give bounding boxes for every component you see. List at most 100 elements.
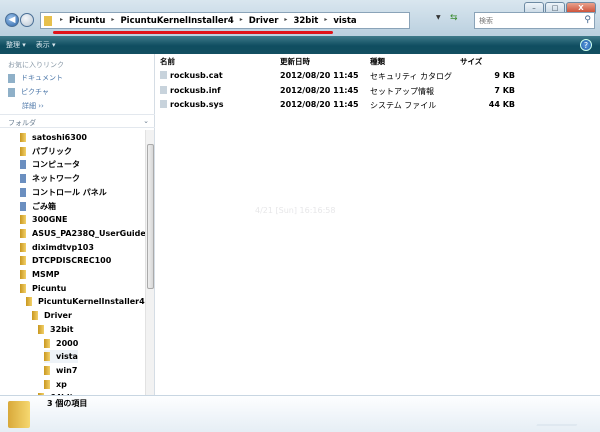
system-icon	[20, 160, 26, 170]
tree-item[interactable]: PicuntuKernelInstaller4	[26, 295, 145, 308]
file-row[interactable]: rockusb.cat 2012/08/20 11:45 セキュリティ カタログ 9 …	[155, 69, 525, 83]
file-icon	[160, 71, 167, 79]
system-icon	[20, 174, 26, 184]
folders-header[interactable]: フォルダ ⌄	[0, 114, 155, 128]
folder-icon	[20, 242, 26, 252]
folder-icon	[8, 401, 30, 428]
scrollbar-thumb[interactable]	[147, 144, 154, 289]
tree-item[interactable]: Picuntu	[20, 282, 66, 295]
column-size[interactable]: サイズ	[460, 56, 482, 67]
tree-scrollbar[interactable]	[145, 130, 154, 395]
address-bar[interactable]: ▸ Picuntu ▸ PicuntuKernelInstaller4 ▸ Driver ▸…	[40, 12, 410, 29]
folder-icon	[20, 228, 26, 238]
favorite-pictures[interactable]: ピクチャ	[8, 87, 49, 97]
chevron-down-icon: ⌄	[143, 117, 149, 125]
tree-item[interactable]: MSMP	[20, 268, 60, 281]
organize-button[interactable]: 整理 ▾	[6, 40, 26, 50]
tree-item[interactable]: パブリック	[20, 145, 72, 158]
breadcrumb-item[interactable]: Picuntu	[69, 16, 105, 26]
system-icon	[20, 201, 26, 211]
tree-item[interactable]: DTCPDISCREC100	[20, 254, 111, 267]
tree-item[interactable]: 32bit	[38, 323, 73, 336]
tree-item-label: Driver	[44, 311, 72, 321]
tree-item[interactable]: Driver	[32, 309, 72, 322]
favorite-documents[interactable]: ドキュメント	[8, 73, 63, 83]
tree-item[interactable]: 300GNE	[20, 213, 67, 226]
tree-item[interactable]: vista	[44, 350, 78, 364]
tree-item-label: 32bit	[50, 324, 74, 334]
tree-item-label: ネットワーク	[32, 174, 80, 184]
breadcrumb-separator[interactable]: ▸	[324, 16, 327, 26]
folder-icon	[44, 338, 50, 348]
details-pane: 3 個の項目	[0, 395, 600, 432]
breadcrumb-separator[interactable]: ▸	[60, 16, 63, 26]
tree-item-label: diximdtvp103	[32, 242, 94, 252]
breadcrumb-item[interactable]: 32bit	[293, 16, 318, 26]
system-icon	[20, 187, 26, 197]
breadcrumb-item[interactable]: PicuntuKernelInstaller4	[120, 16, 233, 26]
refresh-button[interactable]: ⇆	[450, 13, 458, 23]
file-date: 2012/08/20 11:45	[280, 71, 359, 80]
address-dropdown-button[interactable]: ▼	[436, 14, 441, 21]
tree-item-label: vista	[56, 352, 78, 362]
back-button[interactable]: ◀	[5, 13, 19, 27]
tree-item[interactable]: xp	[44, 378, 67, 391]
tree-item-label: win7	[56, 365, 78, 375]
file-row[interactable]: rockusb.inf 2012/08/20 11:45 セットアップ情報 7 KB	[155, 84, 525, 98]
tree-item[interactable]: diximdtvp103	[20, 241, 94, 254]
breadcrumb-separator[interactable]: ▸	[284, 16, 287, 26]
folder-icon	[44, 15, 52, 26]
breadcrumb-item[interactable]: Driver	[249, 16, 279, 26]
folder-icon	[20, 256, 26, 266]
tree-item[interactable]: 2000	[44, 337, 78, 350]
folder-icon	[44, 365, 50, 375]
forward-button[interactable]	[20, 13, 34, 27]
file-date: 2012/08/20 11:45	[280, 100, 359, 109]
tree-item-label: 2000	[56, 338, 79, 348]
favorite-label: ピクチャ	[21, 88, 49, 96]
tree-item[interactable]: ネットワーク	[20, 172, 80, 185]
tree-item[interactable]: ASUS_PA238Q_UserGuide_	[20, 227, 145, 240]
file-date: 2012/08/20 11:45	[280, 85, 359, 95]
file-icon	[160, 85, 167, 94]
folder-icon	[20, 133, 26, 142]
folder-icon	[44, 352, 50, 362]
file-name: rockusb.cat	[160, 71, 223, 80]
documents-icon	[8, 73, 15, 83]
folder-icon	[20, 270, 26, 279]
column-type[interactable]: 種類	[370, 56, 385, 67]
column-name[interactable]: 名前	[160, 56, 175, 67]
file-row[interactable]: rockusb.sys 2012/08/20 11:45 システム ファイル 44 K…	[155, 98, 525, 112]
views-button[interactable]: 表示 ▾	[36, 40, 56, 50]
breadcrumb-separator[interactable]: ▸	[240, 16, 243, 26]
file-icon	[160, 100, 167, 108]
tree-item[interactable]: win7	[44, 364, 77, 377]
file-size: 7 KB	[494, 85, 515, 95]
search-input[interactable]: 検索 ⚲	[474, 12, 595, 29]
help-icon[interactable]: ?	[580, 39, 592, 51]
search-icon[interactable]: ⚲	[584, 15, 591, 25]
breadcrumb-item[interactable]: vista	[333, 16, 356, 26]
file-list: 名前 更新日時 種類 サイズ rockusb.cat 2012/08/20 11:…	[155, 54, 600, 395]
tree-item-label: xp	[56, 379, 67, 389]
tree-item-label: DTCPDISCREC100	[32, 256, 112, 266]
folder-icon	[32, 311, 38, 321]
logo-mark	[536, 406, 588, 426]
folder-icon	[44, 379, 50, 389]
file-type: システム ファイル	[370, 101, 437, 110]
tree-item[interactable]: コンピュータ	[20, 158, 80, 171]
highlight-underline	[53, 31, 333, 34]
breadcrumb-separator[interactable]: ▸	[111, 16, 114, 26]
folder-icon	[38, 324, 44, 334]
file-name: rockusb.inf	[160, 85, 221, 95]
tree-item[interactable]: satoshi6300	[20, 131, 87, 144]
more-links[interactable]: 詳細 ››	[22, 101, 44, 111]
tree-item[interactable]: コントロール パネル	[20, 186, 107, 199]
folders-label: フォルダ	[8, 119, 36, 127]
favorite-label: ドキュメント	[21, 74, 63, 82]
tree-item-label: Picuntu	[32, 283, 67, 293]
column-date[interactable]: 更新日時	[280, 56, 310, 67]
tree-item[interactable]: ごみ箱	[20, 200, 56, 213]
tree-item-label: パブリック	[32, 146, 72, 156]
folder-icon	[26, 297, 32, 307]
